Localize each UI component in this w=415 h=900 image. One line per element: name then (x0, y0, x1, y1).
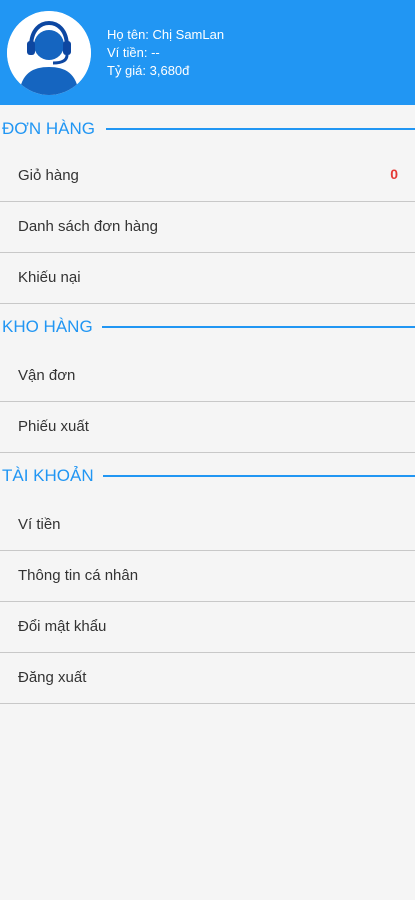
menu-label: Danh sách đơn hàng (18, 218, 158, 235)
section-title-account: TÀI KHOẢN (2, 466, 98, 486)
section-title-warehouse: KHO HÀNG (2, 317, 97, 337)
user-info: Họ tên: Chị SamLan Ví tiền: -- Tỷ giá: 3… (107, 26, 224, 80)
support-agent-icon (7, 11, 91, 95)
menu-label: Thông tin cá nhân (18, 567, 139, 584)
menu-label: Khiếu nại (18, 269, 81, 286)
exchange-rate: Tỷ giá: 3,680đ (107, 63, 190, 78)
menu-item-change-password[interactable]: Đổi mật khẩu (0, 602, 415, 653)
menu-label: Vận đơn (18, 367, 76, 384)
menu-label: Giỏ hàng (18, 167, 79, 184)
menu-item-logout[interactable]: Đăng xuất (0, 653, 415, 704)
user-name: Họ tên: Chị SamLan (107, 27, 225, 42)
menu-item-profile[interactable]: Thông tin cá nhân (0, 551, 415, 602)
section-warehouse: KHO HÀNG (0, 304, 415, 351)
menu-item-wallet[interactable]: Ví tiền (0, 500, 415, 551)
menu-label: Đổi mật khẩu (18, 618, 107, 635)
section-divider (103, 475, 415, 477)
menu-item-order-list[interactable]: Danh sách đơn hàng (0, 202, 415, 253)
section-divider (106, 128, 415, 130)
menu-label: Phiếu xuất (18, 418, 89, 435)
menu-label: Ví tiền (18, 516, 61, 533)
section-orders: ĐƠN HÀNG (0, 105, 415, 151)
menu-item-waybill[interactable]: Vận đơn (0, 351, 415, 402)
menu-item-export-slip[interactable]: Phiếu xuất (0, 402, 415, 453)
menu-label: Đăng xuất (18, 669, 87, 686)
menu-item-cart[interactable]: Giỏ hàng 0 (0, 151, 415, 202)
menu-item-complaints[interactable]: Khiếu nại (0, 253, 415, 304)
section-divider (102, 326, 415, 328)
profile-header: Họ tên: Chị SamLan Ví tiền: -- Tỷ giá: 3… (0, 0, 415, 105)
section-title-orders: ĐƠN HÀNG (2, 119, 99, 139)
cart-count-badge: 0 (390, 166, 398, 182)
wallet-balance: Ví tiền: -- (107, 45, 160, 60)
section-account: TÀI KHOẢN (0, 453, 415, 500)
